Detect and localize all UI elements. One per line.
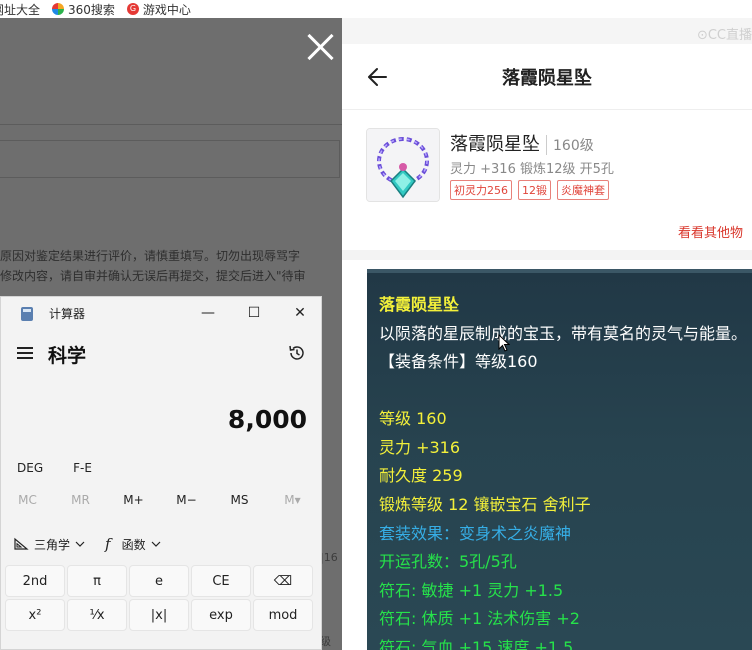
angle-mode-row: DEG F-E xyxy=(17,461,92,475)
calculator-mode-title: 科学 xyxy=(48,345,87,367)
memory-subtract-button[interactable]: M− xyxy=(160,493,213,507)
chevron-down-icon xyxy=(75,541,85,547)
tag-forge-level: 12锻 xyxy=(518,180,551,200)
pendant-icon xyxy=(367,129,439,201)
tooltip-set-effect: 套装效果：变身术之炎魔神 xyxy=(379,524,572,543)
item-tooltip: 落霞陨星坠 以陨落的星辰制成的宝玉，带有莫名的灵气与能量。 【装备条件】等级16… xyxy=(367,269,752,650)
close-button[interactable]: ✕ xyxy=(277,297,321,329)
reciprocal-key[interactable]: ¹⁄x xyxy=(67,599,127,631)
absolute-value-key[interactable]: |x| xyxy=(129,599,189,631)
tooltip-spirit: 灵力 +316 xyxy=(379,438,461,457)
triangle-ruler-icon xyxy=(14,537,29,550)
memory-add-button[interactable]: M+ xyxy=(107,493,160,507)
close-overlay-icon[interactable] xyxy=(304,30,338,64)
exp-key[interactable]: exp xyxy=(191,599,251,631)
tooltip-level: 等级 160 xyxy=(379,409,447,428)
bookmark-site-directory[interactable]: 网址大全 xyxy=(0,1,40,18)
background-input-box xyxy=(0,140,340,178)
modulo-key[interactable]: mod xyxy=(253,599,313,631)
clear-entry-key[interactable]: CE xyxy=(191,565,251,597)
calculator-display: 8,000 xyxy=(227,405,307,434)
chevron-down-icon xyxy=(151,541,161,547)
tag-initial-spirit: 初灵力256 xyxy=(450,180,512,200)
tooltip-item-name: 落霞陨星坠 xyxy=(379,295,460,314)
item-summary[interactable]: 落霞陨星坠 160级 灵力 +316 锻炼12级 开5孔 初灵力256 12锻 … xyxy=(342,110,752,241)
function-label: 函数 xyxy=(121,537,146,552)
tooltip-rune-2: 符石: 体质 +1 法术伤害 +2 xyxy=(379,609,580,628)
tooltip-durability: 耐久度 259 xyxy=(379,466,463,485)
tooltip-rune-3: 符石: 气血 +15 速度 +1.5 xyxy=(379,638,574,650)
bookmarks-bar: 网址大全 360搜索 G 游戏中心 xyxy=(0,0,752,18)
item-level: 160级 xyxy=(546,135,594,155)
bookmark-label: 网址大全 xyxy=(0,2,41,17)
game-center-icon: G xyxy=(126,3,139,15)
mouse-cursor-icon xyxy=(498,334,510,352)
euler-key[interactable]: e xyxy=(129,565,189,597)
backspace-key[interactable]: ⌫ xyxy=(253,565,313,597)
panel-header: 落霞陨星坠 xyxy=(342,44,752,110)
tooltip-requirement: 【装备条件】等级160 xyxy=(379,352,538,371)
history-icon[interactable] xyxy=(287,343,307,363)
tag-set-bonus: 炎魔神套 xyxy=(557,180,609,200)
memory-store-button[interactable]: MS xyxy=(213,493,266,507)
memory-recall-button[interactable]: MR xyxy=(54,493,107,507)
divider xyxy=(0,124,342,125)
item-stats: 灵力 +316 锻炼12级 开5孔 xyxy=(450,162,614,177)
trigonometry-dropdown[interactable]: 三角学 xyxy=(13,536,85,553)
background-notice-line: 原因对鉴定结果进行评价，请慎重填写。切勿出现辱骂字 xyxy=(0,249,301,263)
section-divider xyxy=(342,250,752,260)
memory-list-button[interactable]: M▾ xyxy=(266,493,319,507)
minimize-button[interactable]: — xyxy=(185,297,231,329)
background-side-text: |16 xyxy=(320,551,338,564)
tooltip-forge-gem: 锻炼等级 12 镶嵌宝石 舍利子 xyxy=(379,495,591,514)
item-image xyxy=(366,128,440,202)
360-search-icon xyxy=(52,3,65,15)
calculator-window: 计算器 — ☐ ✕ 科学 8,000 DEG F-E MC MR M+ M− M… xyxy=(0,296,322,650)
calculator-titlebar[interactable]: 计算器 — ☐ ✕ xyxy=(1,297,321,329)
item-name: 落霞陨星坠 xyxy=(450,134,540,155)
background-notice-line: 修改内容，请自审并确认无误后再提交，提交后进入"待审 xyxy=(0,269,306,283)
pi-key[interactable]: π xyxy=(67,565,127,597)
window-title: 计算器 xyxy=(49,307,86,321)
tooltip-description: 以陨落的星辰制成的宝玉，带有莫名的灵气与能量。 xyxy=(379,324,748,343)
deg-toggle-button[interactable]: DEG xyxy=(17,461,43,475)
memory-row: MC MR M+ M− MS M▾ xyxy=(1,493,321,507)
see-other-items-link[interactable]: 看看其他物 xyxy=(678,222,743,241)
bookmark-360-search[interactable]: 360搜索 xyxy=(40,1,115,18)
bookmark-label: 游戏中心 xyxy=(142,2,191,17)
function-icon: f xyxy=(105,535,111,553)
page-title: 落霞陨星坠 xyxy=(502,68,592,89)
item-tags: 初灵力256 12锻 炎魔神套 xyxy=(450,180,609,200)
stream-watermark: ⊙CC直播 xyxy=(696,28,752,43)
trigonometry-label: 三角学 xyxy=(34,537,71,552)
tooltip-rune-1: 符石: 敏捷 +1 灵力 +1.5 xyxy=(379,581,564,600)
bookmark-label: 360搜索 xyxy=(68,2,115,17)
square-key[interactable]: x² xyxy=(5,599,65,631)
fe-toggle-button[interactable]: F-E xyxy=(73,461,92,475)
tooltip-holes: 开运孔数：5孔/5孔 xyxy=(379,552,517,571)
keypad: 2nd π e CE ⌫ x² ¹⁄x |x| exp mod xyxy=(5,565,319,631)
bookmark-game-center[interactable]: G 游戏中心 xyxy=(115,1,191,18)
item-heading: 落霞陨星坠 160级 xyxy=(450,130,594,156)
menu-hamburger-icon[interactable] xyxy=(17,347,33,359)
second-function-key[interactable]: 2nd xyxy=(5,565,65,597)
panel-top-strip: ⊙CC直播 xyxy=(342,18,752,44)
memory-clear-button[interactable]: MC xyxy=(1,493,54,507)
function-dropdown-row: 三角学 f 函数 xyxy=(1,535,321,553)
maximize-button[interactable]: ☐ xyxy=(231,297,277,329)
calculator-app-icon xyxy=(21,307,33,321)
function-dropdown[interactable]: f 函数 xyxy=(105,535,161,553)
